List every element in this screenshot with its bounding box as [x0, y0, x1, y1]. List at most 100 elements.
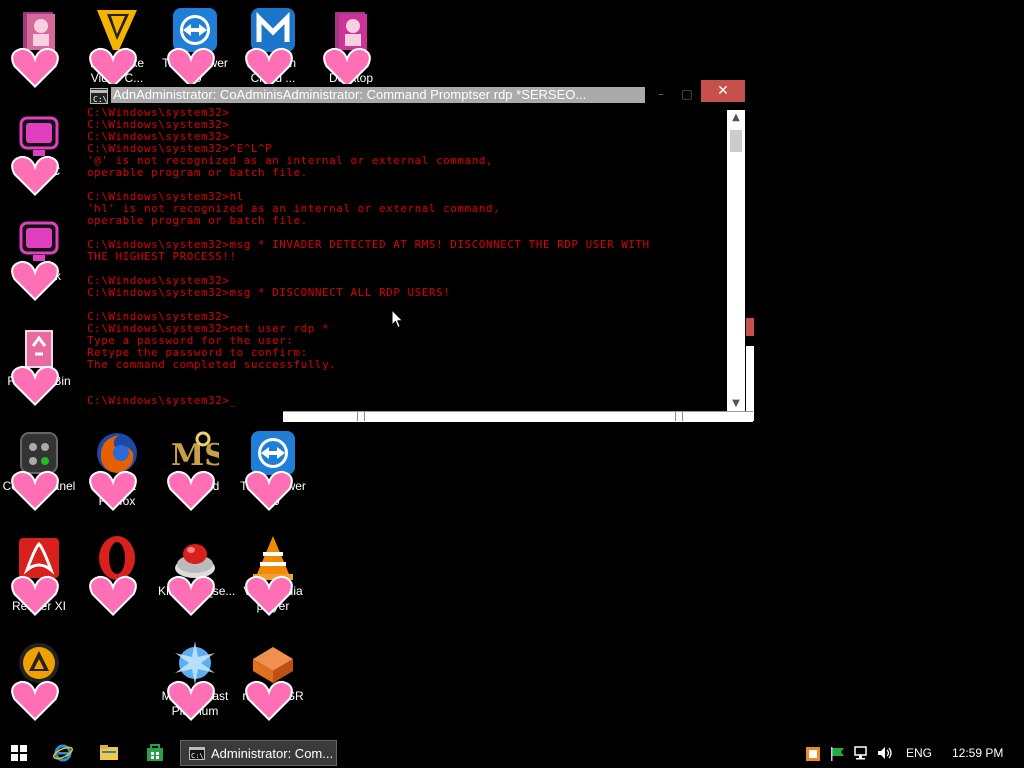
scroll-marker — [675, 412, 683, 421]
internet-explorer-icon — [53, 744, 73, 762]
heart-overlay-icon — [11, 570, 59, 617]
tray-app-icon[interactable] — [806, 746, 820, 765]
taskbar-button-label: Administrator: Com... — [211, 745, 334, 761]
red-button-icon — [167, 534, 219, 617]
user-folder-icon — [11, 6, 63, 89]
recycle-bin-icon — [11, 324, 63, 407]
desktop-icon-rdp[interactable]: rdp — [0, 2, 78, 89]
desktop-icon-control-panel[interactable]: Control Panel — [0, 425, 78, 512]
speaker-icon — [878, 747, 892, 759]
maximize-button[interactable]: □ — [673, 84, 701, 104]
heart-overlay-icon — [11, 360, 59, 407]
desktop-icon-maxthon[interactable]: Maxthon Cloud ... — [234, 2, 312, 89]
heart-overlay-icon — [245, 570, 293, 617]
aimp-icon — [11, 639, 63, 722]
desktop-icon-recycle-bin[interactable]: Recycle Bin — [0, 320, 78, 407]
control-panel-icon — [11, 429, 63, 512]
heart-overlay-icon — [11, 675, 59, 722]
teamviewer-icon — [245, 429, 297, 512]
kms-key-icon: MS — [167, 429, 219, 512]
desktop-icon-firefox[interactable]: Mozilla Firefox — [78, 425, 156, 512]
freemake-icon — [89, 6, 141, 89]
taskbar-command-prompt-button[interactable]: C:\ Administrator: Com... — [180, 740, 337, 766]
desktop-icon-marble-blast[interactable]: Marble Blast Platinum — [156, 635, 234, 722]
desktop-icon-kmscmd[interactable]: MSKMScmd — [156, 425, 234, 512]
console-line: operable program or batch file. — [87, 214, 308, 227]
svg-text:C:\: C:\ — [93, 95, 107, 104]
heart-overlay-icon — [11, 255, 59, 302]
internet-explorer-taskbar-button[interactable] — [49, 738, 77, 768]
heart-overlay-icon — [11, 42, 59, 89]
console-line: The command completed successfully. — [87, 358, 337, 371]
teamviewer-icon — [167, 6, 219, 89]
heart-overlay-icon — [89, 570, 137, 617]
desktop-icon-admin-desktop[interactable]: Admin Desktop — [312, 2, 390, 89]
heart-overlay-icon — [167, 675, 215, 722]
desktop-icon-kmspico[interactable]: KMSpico_se... — [156, 530, 235, 617]
adobe-reader-icon — [11, 534, 63, 617]
console-line: C:\Windows\system32>_ — [87, 394, 237, 407]
horizontal-scrollbar[interactable] — [283, 411, 753, 422]
heart-overlay-icon — [323, 42, 371, 89]
heart-overlay-icon — [167, 570, 215, 617]
scroll-up-arrow-icon[interactable]: ▲ — [727, 110, 745, 126]
desktop-icon-r3dfox[interactable]: r3dfox ESR — [234, 635, 312, 722]
folder-icon — [100, 745, 118, 760]
console-line: THE HIGHEST PROCESS!! — [87, 250, 237, 263]
scroll-marker — [357, 412, 365, 421]
heart-overlay-icon — [11, 150, 59, 197]
desktop-icon-vlc[interactable]: VLC media player — [234, 530, 312, 617]
vertical-scrollbar[interactable]: ▲ ▼ — [727, 110, 745, 412]
console-line: C:\Windows\system32>msg * DISCONNECT ALL… — [87, 286, 451, 299]
heart-overlay-icon — [11, 465, 59, 512]
desktop-icon-adobe-reader[interactable]: Adobe Reader XI — [0, 530, 78, 617]
close-button[interactable]: ✕ — [701, 80, 745, 102]
pink-folder-icon — [323, 6, 375, 89]
store-bag-icon — [147, 744, 163, 761]
maxthon-icon — [245, 6, 297, 89]
network-monitor-icon — [11, 219, 63, 302]
console-title-bar[interactable]: C:\ AdnAdministrator: CoAdminisAdministr… — [85, 80, 745, 106]
minimize-button[interactable]: – — [647, 84, 675, 104]
tray-network[interactable] — [853, 745, 869, 765]
heart-overlay-icon — [245, 465, 293, 512]
desktop-icon-aimp3[interactable]: AIMP3 — [0, 635, 78, 722]
background-window-edge — [746, 346, 754, 421]
scroll-down-arrow-icon[interactable]: ▼ — [727, 396, 745, 412]
heart-overlay-icon — [245, 42, 293, 89]
desktop-icon-teamviewer-2[interactable]: TeamViewer 10 — [234, 425, 312, 512]
windows-logo-icon — [11, 745, 27, 761]
background-window-edge — [746, 318, 754, 336]
desktop-icon-teamviewer-top[interactable]: TeamViewer 10 — [156, 2, 234, 89]
desktop-icon-network[interactable]: Network — [0, 215, 78, 302]
green-flag-icon — [831, 747, 844, 761]
heart-overlay-icon — [245, 675, 293, 722]
clock[interactable]: 12:59 PM — [952, 746, 1003, 760]
svg-text:C:\: C:\ — [191, 752, 204, 760]
desktop-icon-opera[interactable]: Opera — [78, 530, 156, 617]
heart-overlay-icon — [89, 42, 137, 89]
file-explorer-taskbar-button[interactable] — [95, 738, 123, 768]
console-line: operable program or batch file. — [87, 166, 308, 179]
heart-overlay-icon — [167, 42, 215, 89]
tray-volume[interactable] — [877, 745, 893, 765]
tray-flag[interactable] — [830, 746, 846, 765]
orange-app-icon — [806, 747, 820, 761]
language-indicator[interactable]: ENG — [906, 746, 932, 760]
heart-overlay-icon — [167, 465, 215, 512]
console-output[interactable]: C:\Windows\system32> C:\Windows\system32>… — [85, 107, 727, 411]
console-window-title: AdnAdministrator: CoAdminisAdministrator… — [111, 87, 645, 103]
r3dfox-icon — [245, 639, 297, 722]
start-button[interactable] — [5, 738, 33, 768]
store-taskbar-button[interactable] — [141, 738, 169, 768]
mouse-pointer-icon — [391, 309, 404, 329]
desktop-icon-freemake[interactable]: Freemake Video C... — [78, 2, 156, 89]
desktop-icon-this-pc[interactable]: This PC — [0, 110, 78, 197]
console-system-icon[interactable]: C:\ — [90, 88, 108, 104]
vlc-cone-icon — [245, 534, 297, 617]
opera-icon — [89, 534, 141, 617]
command-prompt-icon: C:\ — [189, 746, 205, 760]
firefox-icon — [89, 429, 141, 512]
scroll-thumb[interactable] — [730, 130, 742, 152]
